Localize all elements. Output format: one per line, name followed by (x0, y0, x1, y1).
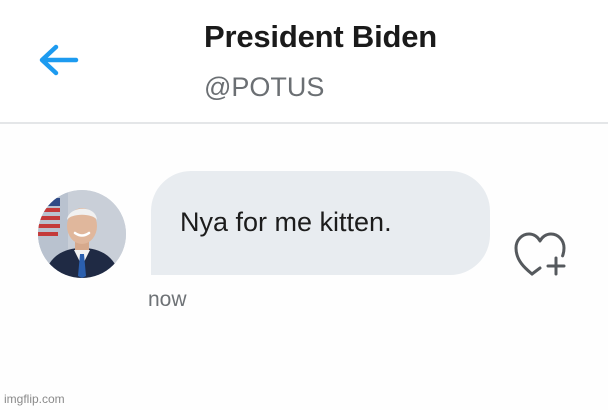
react-button[interactable] (511, 228, 571, 278)
message-text: Nya for me kitten. (180, 207, 392, 237)
conversation-header: President Biden @POTUS (0, 0, 608, 124)
avatar-image (38, 190, 126, 278)
message-bubble[interactable]: Nya for me kitten. (151, 171, 490, 275)
back-button[interactable] (34, 40, 82, 80)
avatar[interactable] (38, 190, 126, 278)
dm-conversation-screen: President Biden @POTUS Nya for me kitten… (0, 0, 608, 410)
user-handle[interactable]: @POTUS (204, 72, 324, 103)
arrow-left-icon (39, 44, 79, 76)
watermark: imgflip.com (4, 392, 65, 406)
message-timestamp: now (148, 288, 187, 311)
conversation-title[interactable]: President Biden (204, 19, 437, 55)
heart-plus-icon (514, 232, 566, 276)
